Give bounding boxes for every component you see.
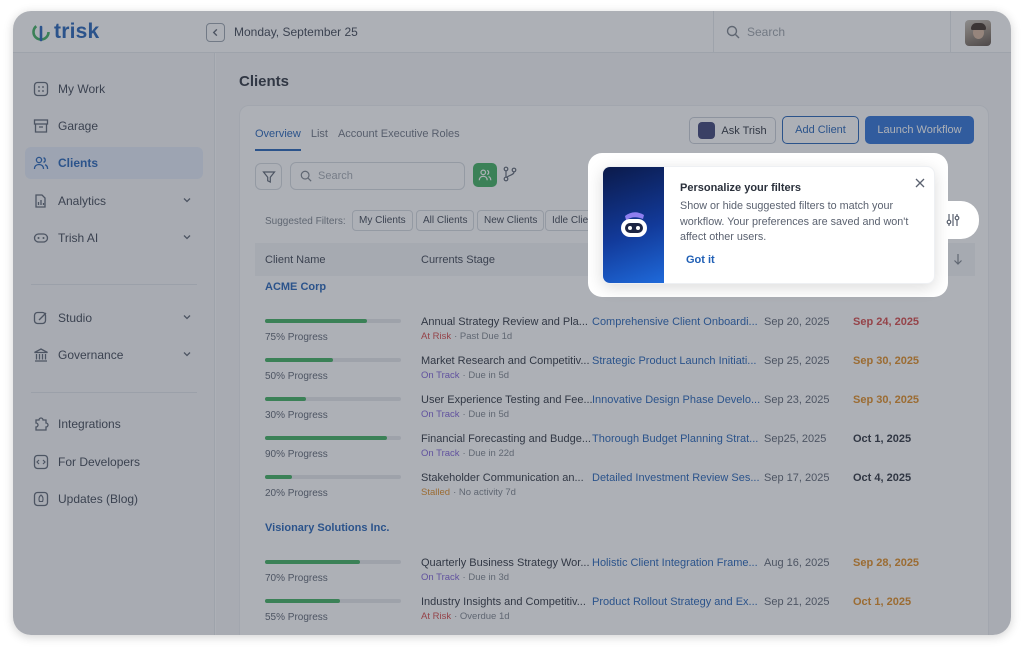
- robot-mascot-icon: [621, 212, 647, 237]
- popover-title: Personalize your filters: [680, 182, 802, 194]
- filter-settings-button[interactable]: [931, 201, 979, 239]
- onboarding-overlay: [13, 11, 1011, 635]
- popover-body: Show or hide suggested filters to match …: [680, 200, 909, 243]
- app-window: trisk Monday, September 25 Search My Wor…: [13, 11, 1011, 635]
- close-icon[interactable]: [914, 177, 926, 189]
- personalize-filters-popover: Personalize your filters Show or hide su…: [602, 166, 935, 284]
- got-it-button[interactable]: Got it: [686, 254, 715, 266]
- popover-illustration: [603, 167, 664, 283]
- sliders-icon: [946, 214, 960, 226]
